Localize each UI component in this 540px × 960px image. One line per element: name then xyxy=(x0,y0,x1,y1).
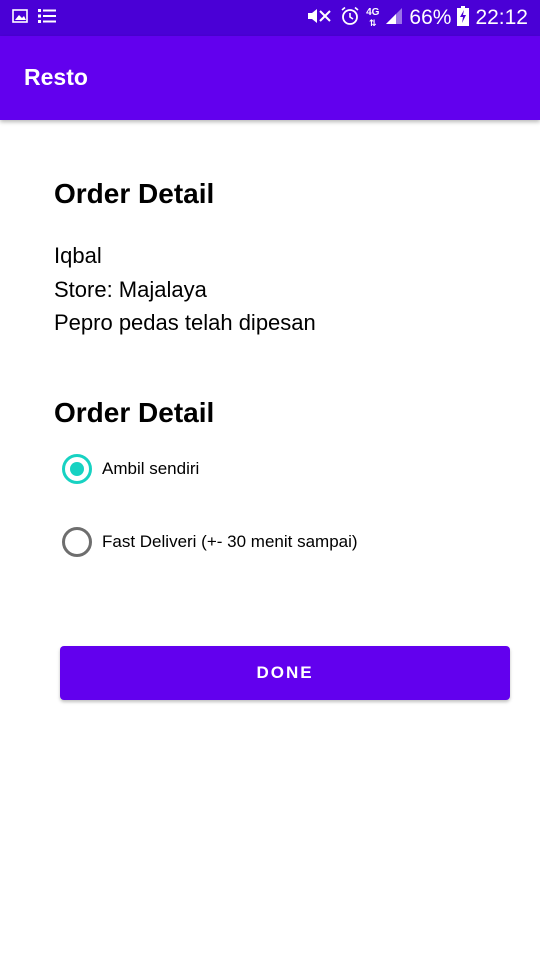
radio-label-ambil-sendiri[interactable]: Ambil sendiri xyxy=(102,459,199,479)
network-label: 4G xyxy=(366,7,380,18)
mute-icon xyxy=(306,6,334,31)
battery-percent: 66% xyxy=(409,6,452,29)
status-right-icons: 4G ⇅ 66% 22:12 xyxy=(306,0,528,36)
signal-icon xyxy=(385,7,403,30)
radio-button-unchecked[interactable] xyxy=(62,527,92,557)
app-bar: Resto xyxy=(0,36,540,120)
status-bar: 4G ⇅ 66% 22:12 xyxy=(0,0,540,36)
alarm-icon xyxy=(340,6,360,31)
radio-button-checked[interactable] xyxy=(62,454,92,484)
radio-label-fast-deliveri[interactable]: Fast Deliveri (+- 30 menit sampai) xyxy=(102,532,358,552)
done-button[interactable]: DONE xyxy=(60,646,510,700)
radio-option-fast-deliveri[interactable]: Fast Deliveri (+- 30 menit sampai) xyxy=(62,526,358,558)
status-time: 22:12 xyxy=(475,6,528,29)
store-text: Store: Majalaya xyxy=(54,277,207,302)
order-detail-heading: Order Detail xyxy=(54,178,215,209)
battery-icon xyxy=(457,5,470,31)
delivery-heading: Order Detail xyxy=(54,397,215,428)
radio-dot xyxy=(70,462,84,476)
order-message: Pepro pedas telah dipesan xyxy=(54,310,316,335)
network-icon: 4G ⇅ xyxy=(366,7,380,29)
app-title: Resto xyxy=(24,64,88,90)
radio-option-ambil-sendiri[interactable]: Ambil sendiri xyxy=(62,453,199,485)
image-icon xyxy=(12,8,28,29)
list-icon xyxy=(38,8,56,29)
status-left-icons xyxy=(12,8,56,29)
customer-name: Iqbal xyxy=(54,243,102,268)
